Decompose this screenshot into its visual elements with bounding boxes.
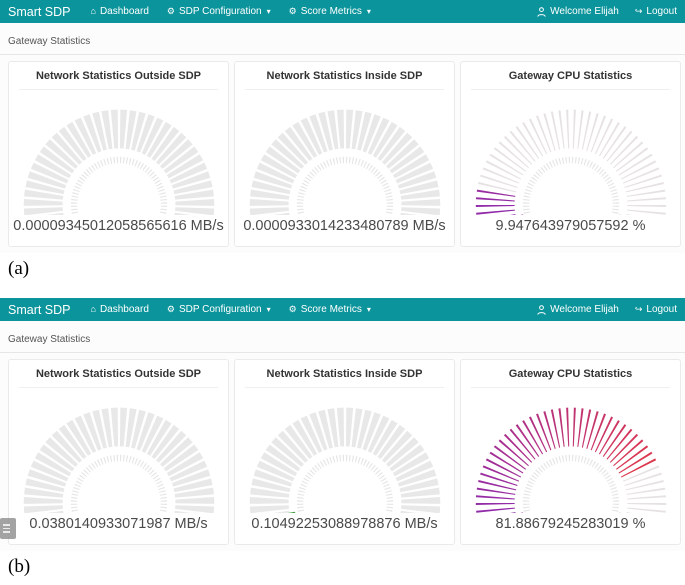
- navbar: Smart SDP ⌂ Dashboard ⚙ SDP Configuratio…: [0, 298, 685, 321]
- nav-score-metrics[interactable]: ⚙ Score Metrics ▾: [289, 6, 371, 17]
- panel-network-outside: Network Statistics Outside SDP 0.0000934…: [8, 61, 229, 247]
- nav-label: SDP Configuration: [179, 304, 262, 315]
- panel-title: Network Statistics Outside SDP: [19, 62, 218, 90]
- sidebar-toggle-widget[interactable]: [0, 518, 16, 539]
- panel-title: Gateway CPU Statistics: [471, 360, 670, 388]
- dashboard-content: Gateway Statistics Network Statistics Ou…: [0, 23, 685, 253]
- navbar: Smart SDP ⌂ Dashboard ⚙ SDP Configuratio…: [0, 0, 685, 23]
- gauge-value: 81.88679245283019 %: [461, 513, 680, 540]
- panel-network-inside: Network Statistics Inside SDP 0.10492253…: [234, 359, 455, 545]
- nav-logout[interactable]: ↪ Logout: [635, 304, 677, 315]
- logout-label: Logout: [646, 304, 677, 315]
- logout-icon: ↪: [635, 305, 643, 314]
- figure-label-a: (a): [0, 253, 685, 286]
- cpu-gauge: [468, 391, 674, 513]
- person-icon: [537, 305, 546, 315]
- panel-network-inside: Network Statistics Inside SDP 0.00009330…: [234, 61, 455, 247]
- panel-network-outside: Network Statistics Outside SDP 0.0380140…: [8, 359, 229, 545]
- welcome-label: Welcome Elijah: [550, 6, 619, 17]
- chevron-down-icon: ▾: [367, 7, 371, 16]
- panel-title: Network Statistics Inside SDP: [245, 360, 444, 388]
- gear-icon: ⚙: [289, 7, 297, 16]
- gear-icon: ⚙: [167, 7, 175, 16]
- gauge-value: 9.947643979057592 %: [461, 215, 680, 242]
- nav-label: Score Metrics: [301, 304, 362, 315]
- network-outside-gauge: [16, 93, 222, 215]
- brand[interactable]: Smart SDP: [8, 5, 71, 19]
- figure-label-b: (b): [0, 551, 685, 584]
- nav-score-metrics[interactable]: ⚙ Score Metrics ▾: [289, 304, 371, 315]
- nav-welcome-user[interactable]: Welcome Elijah: [537, 6, 619, 17]
- nav-sdp-configuration[interactable]: ⚙ SDP Configuration ▾: [167, 304, 271, 315]
- panel-gateway-cpu: Gateway CPU Statistics 81.88679245283019…: [460, 359, 681, 545]
- gauge-value: 0.0380140933071987 MB/s: [9, 513, 228, 540]
- dashboard-content: Gateway Statistics Network Statistics Ou…: [0, 321, 685, 551]
- nav-right: Welcome Elijah ↪ Logout: [537, 304, 677, 315]
- nav-dashboard[interactable]: ⌂ Dashboard: [91, 304, 149, 315]
- panel-title: Network Statistics Inside SDP: [245, 62, 444, 90]
- gauge-cards-row: Network Statistics Outside SDP 0.0000934…: [0, 55, 685, 247]
- nav-dashboard[interactable]: ⌂ Dashboard: [91, 6, 149, 17]
- person-icon: [537, 7, 546, 17]
- nav-logout[interactable]: ↪ Logout: [635, 6, 677, 17]
- figure-page: Smart SDP ⌂ Dashboard ⚙ SDP Configuratio…: [0, 0, 685, 584]
- cpu-gauge: [468, 93, 674, 215]
- nav-label: Dashboard: [100, 304, 149, 315]
- panel-title: Network Statistics Outside SDP: [19, 360, 218, 388]
- brand[interactable]: Smart SDP: [8, 303, 71, 317]
- main-nav: ⌂ Dashboard ⚙ SDP Configuration ▾ ⚙ Scor…: [91, 304, 389, 315]
- nav-label: Dashboard: [100, 6, 149, 17]
- network-inside-gauge: [242, 93, 448, 215]
- chevron-down-icon: ▾: [267, 7, 271, 16]
- screenshot-a: Smart SDP ⌂ Dashboard ⚙ SDP Configuratio…: [0, 0, 685, 286]
- panel-gateway-cpu: Gateway CPU Statistics 9.947643979057592…: [460, 61, 681, 247]
- nav-label: SDP Configuration: [179, 6, 262, 17]
- gauge-value: 0.0000933014233480789 MB/s: [235, 215, 454, 242]
- welcome-label: Welcome Elijah: [550, 304, 619, 315]
- chevron-down-icon: ▾: [367, 305, 371, 314]
- gauge-cards-row: Network Statistics Outside SDP 0.0380140…: [0, 353, 685, 545]
- home-icon: ⌂: [91, 7, 96, 16]
- logout-icon: ↪: [635, 7, 643, 16]
- gear-icon: ⚙: [167, 305, 175, 314]
- gauge-value: 0.00009345012058565616 MB/s: [9, 215, 228, 242]
- network-outside-gauge: [16, 391, 222, 513]
- logout-label: Logout: [646, 6, 677, 17]
- page-title: Gateway Statistics: [0, 23, 685, 54]
- network-inside-gauge: [242, 391, 448, 513]
- nav-welcome-user[interactable]: Welcome Elijah: [537, 304, 619, 315]
- main-nav: ⌂ Dashboard ⚙ SDP Configuration ▾ ⚙ Scor…: [91, 6, 389, 17]
- screenshot-b: Smart SDP ⌂ Dashboard ⚙ SDP Configuratio…: [0, 298, 685, 584]
- nav-right: Welcome Elijah ↪ Logout: [537, 6, 677, 17]
- gauge-value: 0.10492253088978876 MB/s: [235, 513, 454, 540]
- nav-sdp-configuration[interactable]: ⚙ SDP Configuration ▾: [167, 6, 271, 17]
- chevron-down-icon: ▾: [267, 305, 271, 314]
- page-title: Gateway Statistics: [0, 321, 685, 352]
- panel-title: Gateway CPU Statistics: [471, 62, 670, 90]
- nav-label: Score Metrics: [301, 6, 362, 17]
- gear-icon: ⚙: [289, 305, 297, 314]
- home-icon: ⌂: [91, 305, 96, 314]
